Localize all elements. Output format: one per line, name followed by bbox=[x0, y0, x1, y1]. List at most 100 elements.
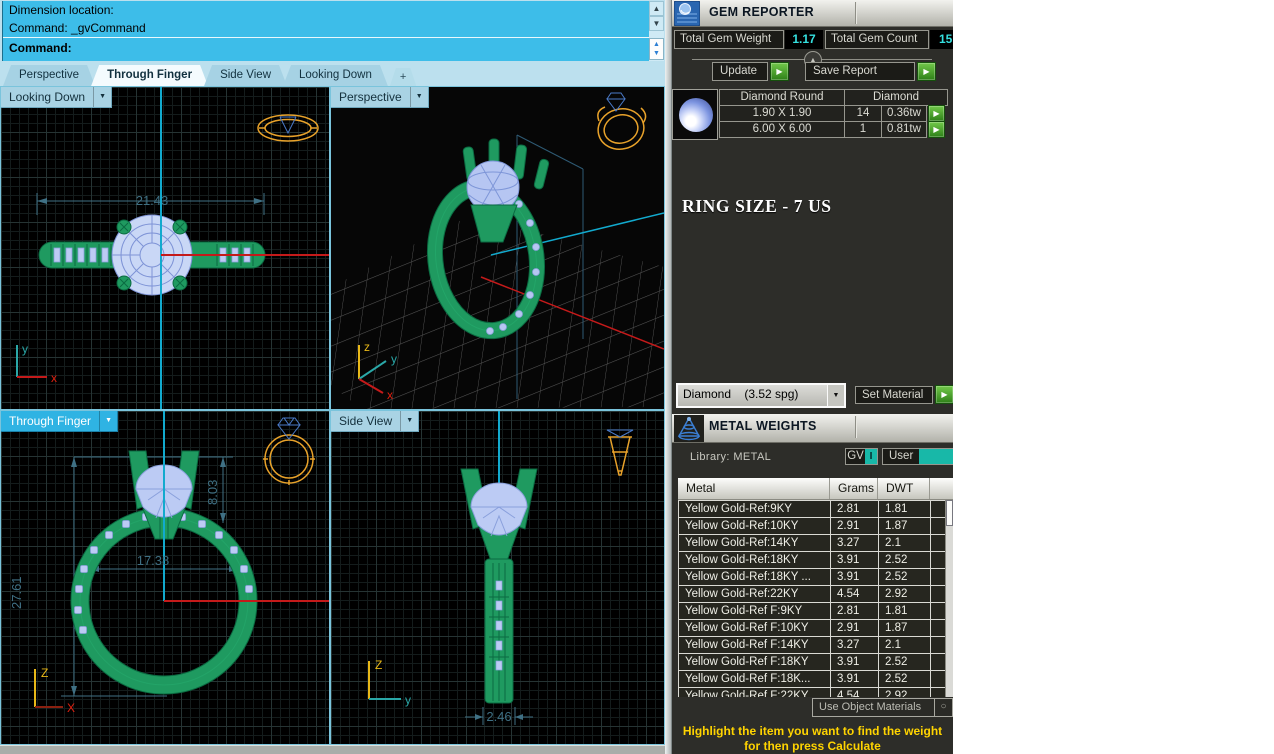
metal-dwt[interactable]: 2.52 bbox=[879, 654, 931, 671]
gem-size[interactable]: 6.00 X 6.00 bbox=[719, 121, 845, 138]
metal-row[interactable]: Yellow Gold-Ref F:18KY 3.91 2.52 bbox=[679, 654, 946, 671]
spin-up-icon[interactable]: ▲ bbox=[653, 40, 660, 49]
scrollbar-thumb[interactable] bbox=[946, 500, 953, 526]
chevron-down-icon[interactable]: ▼ bbox=[93, 87, 111, 107]
metal-extra-cell[interactable] bbox=[931, 603, 946, 620]
set-material-run-button[interactable]: ▶ bbox=[935, 385, 953, 404]
metal-row[interactable]: Yellow Gold-Ref:14KY 3.27 2.1 bbox=[679, 535, 946, 552]
viewport-title-side-view[interactable]: Side View ▼ bbox=[331, 411, 419, 432]
metal-grams[interactable]: 3.91 bbox=[831, 654, 879, 671]
metal-grams[interactable]: 2.91 bbox=[831, 518, 879, 535]
metal-row[interactable]: Yellow Gold-Ref F:10KY 2.91 1.87 bbox=[679, 620, 946, 637]
metal-dwt[interactable]: 1.87 bbox=[879, 518, 931, 535]
dropdown-arrow-icon[interactable]: ▼ bbox=[827, 385, 844, 406]
metal-extra-cell[interactable] bbox=[931, 586, 946, 603]
gem-weight[interactable]: 0.81tw bbox=[881, 121, 927, 138]
metal-grams[interactable]: 3.91 bbox=[831, 671, 879, 688]
panel-resize-strip[interactable] bbox=[665, 0, 672, 754]
metal-name[interactable]: Yellow Gold-Ref F:10KY bbox=[679, 620, 831, 637]
gem-count[interactable]: 1 bbox=[844, 121, 882, 138]
metal-extra-cell[interactable] bbox=[931, 620, 946, 637]
metal-extra-cell[interactable] bbox=[931, 671, 946, 688]
metal-grams[interactable]: 2.91 bbox=[831, 620, 879, 637]
metal-row[interactable]: Yellow Gold-Ref:18KY 3.91 2.52 bbox=[679, 552, 946, 569]
viewport-perspective[interactable]: z y x Perspective ▼ bbox=[331, 87, 664, 409]
metal-dwt[interactable]: 2.52 bbox=[879, 671, 931, 688]
gem-row-run-button[interactable]: ▶ bbox=[928, 121, 945, 138]
metal-grams[interactable]: 3.27 bbox=[831, 535, 879, 552]
metal-extra-cell[interactable] bbox=[931, 654, 946, 671]
metal-row[interactable]: Yellow Gold-Ref F:18K... 3.91 2.52 bbox=[679, 671, 946, 688]
metal-dwt[interactable]: 2.52 bbox=[879, 569, 931, 586]
metal-name[interactable]: Yellow Gold-Ref F:18K... bbox=[679, 671, 831, 688]
update-button[interactable]: Update bbox=[712, 62, 768, 81]
tab-through-finger[interactable]: Through Finger bbox=[91, 65, 208, 86]
metal-dwt[interactable]: 1.81 bbox=[879, 603, 931, 620]
metal-extra-cell[interactable] bbox=[931, 535, 946, 552]
set-material-button[interactable]: Set Material bbox=[855, 386, 933, 404]
metal-extra-cell[interactable] bbox=[931, 501, 946, 518]
metal-dwt[interactable]: 2.92 bbox=[879, 688, 931, 698]
viewport-title-looking-down[interactable]: Looking Down ▼ bbox=[1, 87, 112, 108]
command-spinner[interactable]: ▲ ▼ bbox=[649, 38, 664, 60]
chevron-down-icon[interactable]: ▼ bbox=[400, 411, 418, 431]
radio-icon[interactable]: ○ bbox=[934, 699, 952, 716]
metal-row[interactable]: Yellow Gold-Ref F:14KY 3.27 2.1 bbox=[679, 637, 946, 654]
metal-extra-cell[interactable] bbox=[931, 518, 946, 535]
metal-row[interactable]: Yellow Gold-Ref:9KY 2.81 1.81 bbox=[679, 501, 946, 518]
gem-thumbnail[interactable] bbox=[672, 89, 718, 140]
metal-grams[interactable]: 4.54 bbox=[831, 688, 879, 698]
metal-name[interactable]: Yellow Gold-Ref F:22KY bbox=[679, 688, 831, 698]
metal-name[interactable]: Yellow Gold-Ref F:9KY bbox=[679, 603, 831, 620]
chevron-down-icon[interactable]: ▼ bbox=[410, 87, 428, 107]
chevron-down-icon[interactable]: ▼ bbox=[99, 411, 117, 431]
material-dropdown[interactable]: Diamond (3.52 spg) ▼ bbox=[676, 383, 846, 408]
metal-row[interactable]: Yellow Gold-Ref:18KY ... 3.91 2.52 bbox=[679, 569, 946, 586]
gem-reporter-header[interactable]: GEM REPORTER bbox=[672, 0, 953, 27]
tab-side-view[interactable]: Side View bbox=[204, 65, 287, 86]
gv-toggle[interactable]: GV I bbox=[845, 448, 878, 465]
metal-name[interactable]: Yellow Gold-Ref:22KY bbox=[679, 586, 831, 603]
save-report-run-button[interactable]: ▶ bbox=[917, 62, 936, 81]
gem-count[interactable]: 14 bbox=[844, 105, 882, 122]
viewport-title-through-finger[interactable]: Through Finger ▼ bbox=[1, 411, 118, 432]
metal-grams[interactable]: 3.91 bbox=[831, 569, 879, 586]
metal-dwt[interactable]: 2.92 bbox=[879, 586, 931, 603]
update-run-button[interactable]: ▶ bbox=[770, 62, 789, 81]
viewport-side-view[interactable]: 2.46 Z y Side View ▼ bbox=[331, 411, 664, 744]
column-header-metal[interactable]: Metal bbox=[678, 478, 830, 499]
viewport-title-perspective[interactable]: Perspective ▼ bbox=[331, 87, 429, 108]
column-header-grams[interactable]: Grams bbox=[830, 478, 878, 499]
use-object-materials-toggle[interactable]: Use Object Materials ○ bbox=[812, 698, 953, 717]
tab-perspective[interactable]: Perspective bbox=[3, 65, 95, 86]
metal-dwt[interactable]: 2.52 bbox=[879, 552, 931, 569]
metal-grams[interactable]: 3.27 bbox=[831, 637, 879, 654]
user-toggle[interactable]: User bbox=[882, 448, 953, 465]
metal-extra-cell[interactable] bbox=[931, 688, 946, 698]
metal-grams[interactable]: 3.91 bbox=[831, 552, 879, 569]
metal-name[interactable]: Yellow Gold-Ref F:14KY bbox=[679, 637, 831, 654]
metal-name[interactable]: Yellow Gold-Ref:10KY bbox=[679, 518, 831, 535]
command-history[interactable]: Dimension location: Command: _gvCommand … bbox=[2, 1, 649, 61]
gem-row[interactable]: 6.00 X 6.00 1 0.81tw ▶ bbox=[719, 121, 948, 138]
gem-size[interactable]: 1.90 X 1.90 bbox=[719, 105, 845, 122]
add-viewport-tab[interactable]: + bbox=[390, 68, 416, 86]
tab-looking-down[interactable]: Looking Down bbox=[283, 65, 388, 86]
scroll-up-button[interactable]: ▲ bbox=[649, 1, 664, 16]
spin-down-icon[interactable]: ▼ bbox=[653, 49, 660, 58]
horizontal-scrollbar[interactable] bbox=[0, 745, 665, 754]
metal-dwt[interactable]: 2.1 bbox=[879, 637, 931, 654]
metal-dwt[interactable]: 1.87 bbox=[879, 620, 931, 637]
metal-table-scrollbar[interactable] bbox=[945, 500, 953, 697]
gem-row-run-button[interactable]: ▶ bbox=[928, 105, 945, 122]
metal-row[interactable]: Yellow Gold-Ref:22KY 4.54 2.92 bbox=[679, 586, 946, 603]
metal-grams[interactable]: 2.81 bbox=[831, 501, 879, 518]
scroll-down-button[interactable]: ▼ bbox=[649, 16, 664, 31]
gem-row[interactable]: 1.90 X 1.90 14 0.36tw ▶ bbox=[719, 105, 948, 122]
gem-weight[interactable]: 0.36tw bbox=[881, 105, 927, 122]
metal-extra-cell[interactable] bbox=[931, 569, 946, 586]
command-scrollbar[interactable]: ▲ ▼ ▲ ▼ bbox=[649, 1, 664, 61]
metal-row[interactable]: Yellow Gold-Ref F:9KY 2.81 1.81 bbox=[679, 603, 946, 620]
viewport-through-finger[interactable]: 27.61 8.03 bbox=[1, 411, 329, 744]
column-header-dwt[interactable]: DWT bbox=[878, 478, 930, 499]
